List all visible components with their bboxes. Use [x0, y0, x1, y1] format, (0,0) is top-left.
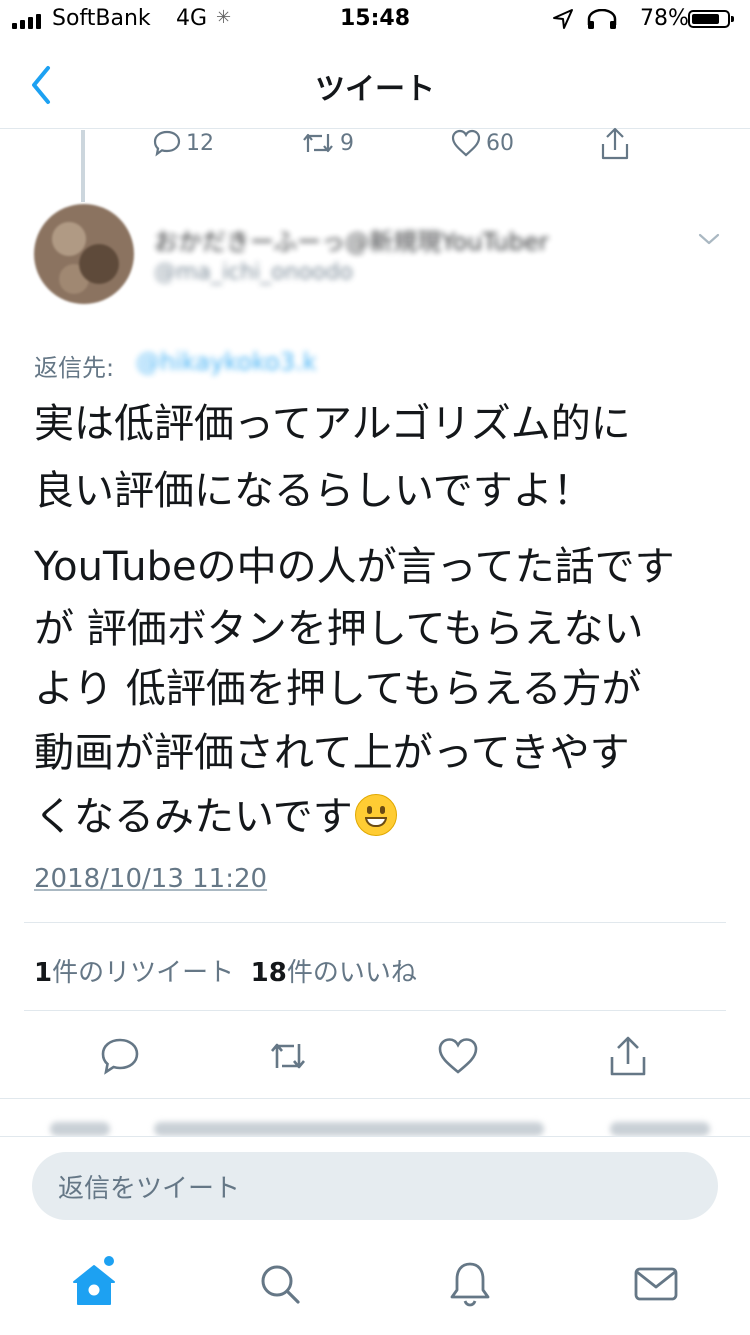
retweets-stat[interactable]: 1件のリツイート [34, 958, 234, 988]
tweet-text-line: 良い評価になるらしいですよ！ [34, 468, 593, 514]
divider [24, 1010, 726, 1011]
tweet-text-line: 実は低評価ってアルゴリズム的に [34, 401, 631, 447]
prev-like-button[interactable]: 60 [450, 128, 514, 158]
prev-share-button[interactable] [598, 126, 632, 162]
prev-like-count: 60 [486, 130, 514, 156]
author-name[interactable]: おかだきーふーっ@新規現YouTuber [154, 222, 549, 257]
thread-connector [81, 130, 85, 202]
tweet-text-line: YouTubeの中の人が言ってた話です [34, 544, 675, 590]
divider [24, 922, 726, 923]
prev-reply-button[interactable]: 12 [152, 128, 214, 158]
battery-icon [688, 10, 734, 28]
headphones-icon [587, 9, 617, 29]
reply-icon[interactable] [98, 1034, 142, 1078]
heart-icon [451, 129, 481, 157]
chevron-down-icon[interactable] [694, 224, 724, 254]
new-content-indicator [104, 1256, 114, 1266]
likes-stat[interactable]: 18件のいいね [251, 958, 417, 988]
home-icon[interactable] [68, 1258, 120, 1310]
status-bar: SoftBank 4G ✳ 15:48 78% [0, 0, 750, 40]
retweet-count: 1 [34, 958, 53, 988]
tweet-text-last-line: くなるみたいです [34, 792, 397, 842]
author-handle[interactable]: @ma_ichi_onoodo [154, 260, 353, 285]
tweet-stats: 1件のリツイート 18件のいいね [34, 952, 417, 989]
tweet-text-line: が 評価ボタンを押してもらえない [34, 606, 644, 652]
avatar[interactable] [34, 204, 134, 304]
retweet-label: 件のリツイート [52, 958, 235, 988]
share-icon [601, 127, 629, 160]
share-icon[interactable] [606, 1034, 650, 1078]
prev-reply-count: 12 [186, 130, 214, 156]
tweet-text-line: くなるみたいです [34, 794, 353, 840]
grinning-face-icon [354, 794, 397, 836]
like-icon[interactable] [436, 1034, 480, 1078]
location-icon [553, 9, 573, 29]
tweet-text-line: 動画が評価されて上がってきやす [34, 730, 630, 776]
retweet-icon[interactable] [266, 1034, 310, 1078]
search-icon[interactable] [254, 1258, 306, 1310]
reply-to-handle[interactable]: @hikaykoko3.k [136, 348, 317, 376]
like-label: 件のいいね [286, 958, 417, 988]
prev-retweet-count: 9 [340, 130, 354, 156]
nav-divider [0, 128, 750, 129]
status-time: 15:48 [339, 6, 411, 31]
prev-retweet-button[interactable]: 9 [300, 128, 354, 158]
reply-icon [153, 130, 181, 157]
notifications-icon[interactable] [444, 1258, 496, 1310]
page-title: ツイート [315, 72, 435, 107]
retweet-icon [303, 133, 333, 153]
messages-icon[interactable] [630, 1258, 682, 1310]
tweet-text-line: より 低評価を押してもらえる方が [34, 666, 642, 712]
reply-to-label: 返信先: [34, 354, 115, 382]
divider [0, 1098, 750, 1099]
reply-placeholder: 返信をツイート [58, 1174, 241, 1204]
battery-percent: 78% [640, 6, 689, 31]
tweet-timestamp[interactable]: 2018/10/13 11:20 [34, 864, 267, 894]
like-count: 18 [250, 958, 287, 988]
